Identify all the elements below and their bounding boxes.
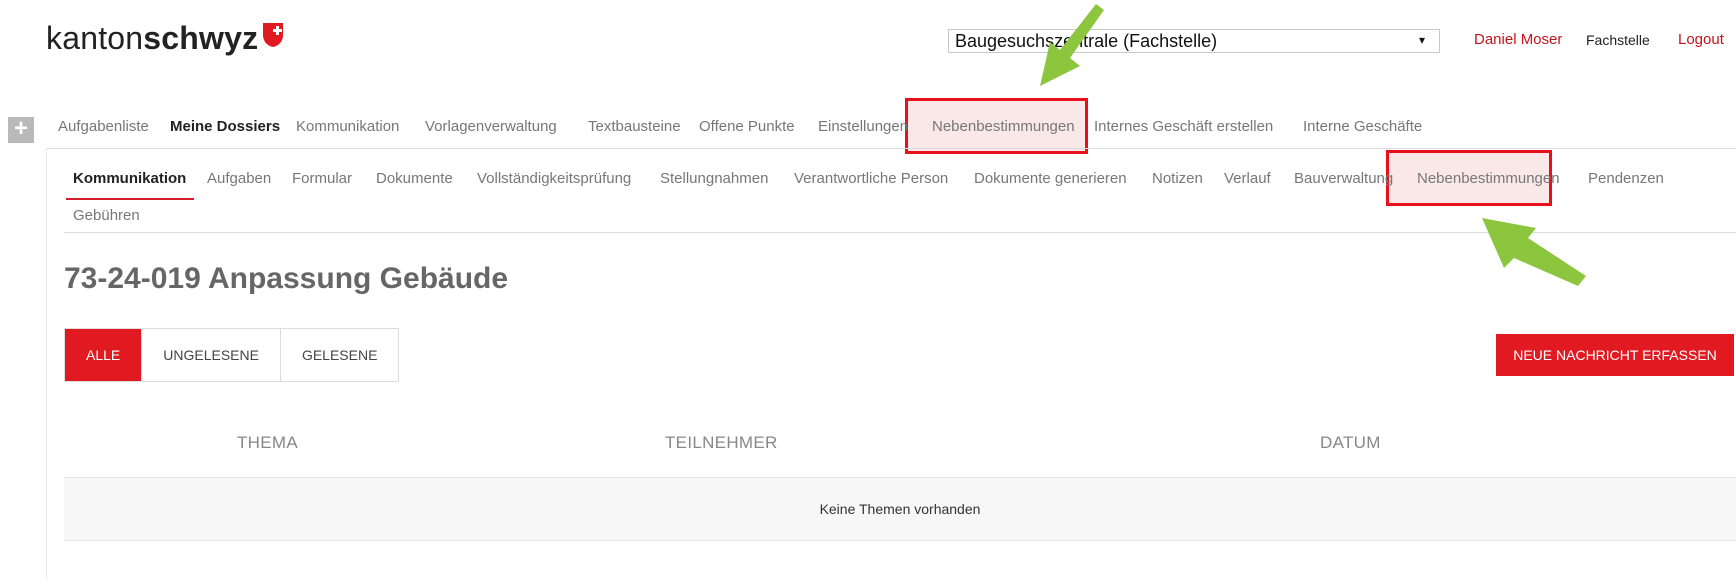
- sub-nav-divider: [64, 232, 1736, 233]
- caret-down-icon: ▾: [1418, 33, 1425, 47]
- subnav-dokumente-generieren[interactable]: Dokumente generieren: [974, 170, 1127, 187]
- role-select[interactable]: Baugesuchszentrale (Fachstelle) ▾: [948, 29, 1440, 53]
- nav-offene-punkte[interactable]: Offene Punkte: [699, 118, 795, 135]
- nav-nebenbestimmungen[interactable]: Nebenbestimmungen: [932, 118, 1075, 135]
- subnav-vollstaendigkeitspruefung[interactable]: Vollständigkeitsprüfung: [477, 170, 631, 187]
- filter-gelesene[interactable]: GELESENE: [280, 329, 399, 381]
- role-select-value: Baugesuchszentrale (Fachstelle): [955, 31, 1218, 51]
- nav-textbausteine[interactable]: Textbausteine: [588, 118, 681, 135]
- add-button[interactable]: +: [8, 117, 34, 143]
- nav-internes-geschaeft-erstellen[interactable]: Internes Geschäft erstellen: [1094, 118, 1273, 135]
- nav-meine-dossiers[interactable]: Meine Dossiers: [170, 118, 280, 135]
- schwyz-shield-icon: [262, 19, 284, 56]
- logo-bold: schwyz: [143, 20, 259, 56]
- subnav-bauverwaltung[interactable]: Bauverwaltung: [1294, 170, 1393, 187]
- nav-vorlagenverwaltung[interactable]: Vorlagenverwaltung: [425, 118, 557, 135]
- subnav-verantwortliche-person[interactable]: Verantwortliche Person: [794, 170, 948, 187]
- subnav-kommunikation[interactable]: Kommunikation: [73, 170, 186, 187]
- new-message-button[interactable]: NEUE NACHRICHT ERFASSEN: [1496, 334, 1734, 376]
- subnav-stellungnahmen[interactable]: Stellungnahmen: [660, 170, 768, 187]
- active-tab-underline: [66, 198, 194, 200]
- nav-kommunikation[interactable]: Kommunikation: [296, 118, 399, 135]
- subnav-aufgaben[interactable]: Aufgaben: [207, 170, 271, 187]
- nav-einstellungen[interactable]: Einstellungen: [818, 118, 908, 135]
- plus-icon: +: [13, 115, 28, 142]
- subnav-pendenzen[interactable]: Pendenzen: [1588, 170, 1664, 187]
- kanton-schwyz-logo[interactable]: kantonschwyz: [46, 20, 284, 59]
- nav-aufgabenliste[interactable]: Aufgabenliste: [58, 118, 149, 135]
- subnav-gebuehren[interactable]: Gebühren: [73, 207, 140, 224]
- column-header-teilnehmer[interactable]: TEILNEHMER: [665, 433, 778, 453]
- subnav-dokumente[interactable]: Dokumente: [376, 170, 453, 187]
- column-header-thema[interactable]: THEMA: [237, 433, 298, 453]
- subnav-verlauf[interactable]: Verlauf: [1224, 170, 1271, 187]
- column-header-datum[interactable]: DATUM: [1320, 433, 1381, 453]
- content-left-border: [46, 148, 47, 579]
- nav-interne-geschaefte[interactable]: Interne Geschäfte: [1303, 118, 1422, 135]
- filter-ungelesene[interactable]: UNGELESENE: [142, 329, 281, 381]
- logo-prefix: kanton: [46, 20, 144, 56]
- user-name-link[interactable]: Daniel Moser: [1474, 31, 1562, 48]
- page-title: 73-24-019 Anpassung Gebäude: [64, 262, 509, 295]
- empty-table-message: Keine Themen vorhanden: [64, 477, 1736, 541]
- subnav-nebenbestimmungen[interactable]: Nebenbestimmungen: [1417, 170, 1560, 187]
- main-nav-divider: [46, 148, 1736, 149]
- subnav-formular[interactable]: Formular: [292, 170, 352, 187]
- subnav-notizen[interactable]: Notizen: [1152, 170, 1203, 187]
- user-role: Fachstelle: [1586, 32, 1650, 48]
- message-filter-tabs: ALLE UNGELESENE GELESENE: [64, 328, 400, 382]
- annotation-arrow-up-icon: [1482, 218, 1586, 286]
- filter-alle[interactable]: ALLE: [65, 329, 143, 381]
- logout-link[interactable]: Logout: [1678, 31, 1724, 48]
